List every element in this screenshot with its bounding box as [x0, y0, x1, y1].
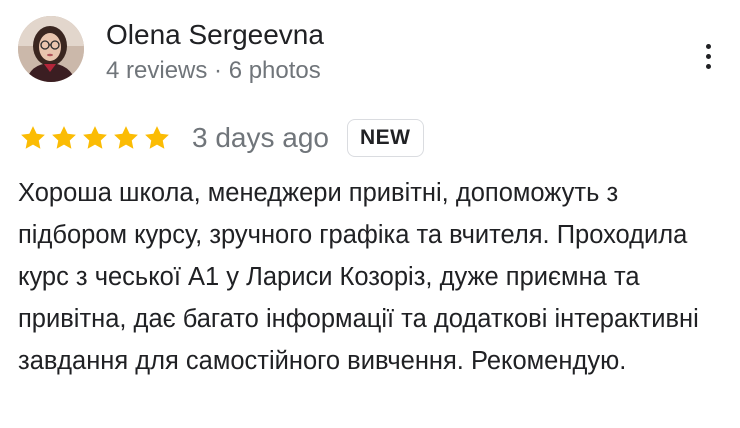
- review-date: 3 days ago: [192, 122, 329, 153]
- review-text: Хороша школа, менеджери привітні, допомо…: [18, 179, 699, 375]
- author-stats: 4 reviews · 6 photos: [106, 57, 321, 84]
- star-icon: [142, 123, 172, 153]
- more-vert-icon: [705, 43, 711, 49]
- star-rating: [18, 123, 172, 153]
- new-badge: NEW: [347, 119, 424, 157]
- more-vert-icon-dot-3: [705, 63, 711, 69]
- avatar-photo: [18, 16, 84, 82]
- review-card: Olena Sergeevna 4 reviews · 6 photos 3 d…: [0, 0, 740, 428]
- rating-row: 3 days ago NEW: [18, 116, 424, 160]
- author-name[interactable]: Olena Sergeevna: [106, 18, 324, 52]
- star-icon: [49, 123, 79, 153]
- more-options-button[interactable]: [694, 38, 722, 74]
- star-icon: [111, 123, 141, 153]
- author-avatar[interactable]: [18, 16, 84, 82]
- star-icon: [18, 123, 48, 153]
- more-vert-icon-dot-2: [705, 53, 711, 59]
- star-icon: [80, 123, 110, 153]
